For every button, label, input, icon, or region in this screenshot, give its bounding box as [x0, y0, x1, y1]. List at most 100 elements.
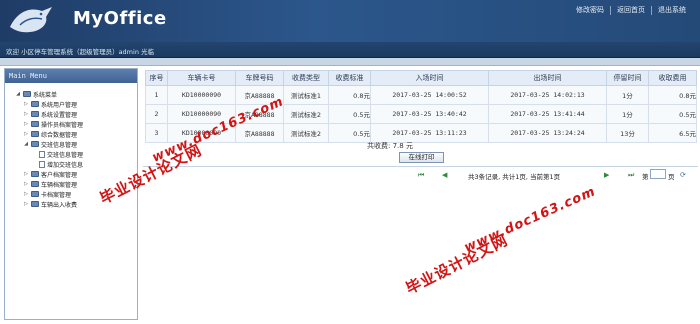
- menu-item-label: 系统用户管理: [41, 101, 78, 109]
- table-cell: 0.5元: [328, 104, 371, 124]
- folder-icon: [31, 121, 39, 127]
- table-cell: 京A88888: [235, 104, 284, 124]
- expand-down-icon[interactable]: ◢: [15, 91, 21, 97]
- top-links: 修改密码 返回首页 退出系统: [570, 6, 692, 15]
- expand-right-icon[interactable]: ▷: [23, 131, 29, 137]
- folder-icon: [31, 101, 39, 107]
- expand-right-icon[interactable]: ▷: [23, 191, 29, 197]
- menu-item[interactable]: 交班信息管理: [5, 149, 137, 159]
- folder-icon: [31, 141, 39, 147]
- pager-divider: [143, 166, 698, 167]
- sidebar-title: Main Menu: [5, 69, 137, 83]
- page-number-input[interactable]: [650, 169, 666, 179]
- folder-icon: [23, 91, 31, 97]
- goto-prefix: 第: [642, 173, 649, 181]
- table-row[interactable]: 2 KD10000090 京A88888 测试标准2 0.5元 2017-03-25 13…: [145, 104, 697, 124]
- table-cell: 2017-03-25 14:02:13: [488, 85, 607, 105]
- sidebar: Main Menu ◢ 系统菜单 ▷ 系统用户管理 ▷ 系统设置管理 ▷ 操作员档案管理 ▷ 综合…: [4, 68, 138, 320]
- next-page-icon[interactable]: ▶: [604, 170, 609, 180]
- last-page-icon[interactable]: ⏭: [628, 170, 634, 180]
- table-cell: 京A88888: [235, 123, 284, 143]
- prev-page-icon[interactable]: ◀: [442, 170, 447, 180]
- table-cell: 0.8元: [328, 85, 371, 105]
- menu-item-label: 增加交班信息: [47, 161, 84, 169]
- menu-item-label: 综合数据管理: [41, 131, 78, 139]
- column-header: 入场时间: [370, 70, 489, 86]
- table-row[interactable]: 1 KD10000090 京A88888 测试标准1 0.8元 2017-03-25 14…: [145, 85, 697, 105]
- menu-item-label: 车辆出入收费: [41, 201, 78, 209]
- table-cell: 0.5元: [328, 123, 371, 143]
- column-header: 停留时间: [606, 70, 649, 86]
- welcome-text: 欢迎 小区停车管理系统（超级管理员）admin 光临: [6, 48, 154, 56]
- home-link[interactable]: 返回首页: [610, 6, 651, 15]
- expand-right-icon[interactable]: ▷: [23, 111, 29, 117]
- logout-link[interactable]: 退出系统: [651, 6, 692, 15]
- menu-item[interactable]: ▷ 客户档案管理: [5, 169, 137, 179]
- column-header: 收费标准: [328, 70, 371, 86]
- change-password-link[interactable]: 修改密码: [570, 6, 610, 15]
- table-cell: 2017-03-25 13:40:42: [370, 104, 489, 124]
- menu-item-label: 系统设置管理: [41, 111, 78, 119]
- menu-item[interactable]: ◢ 交班信息管理: [5, 139, 137, 149]
- expand-right-icon[interactable]: ▷: [23, 101, 29, 107]
- menu-item[interactable]: ▷ 操作员档案管理: [5, 119, 137, 129]
- menu-item[interactable]: ▷ 车辆出入收费: [5, 199, 137, 209]
- menu-item-label: 交班信息管理: [47, 151, 84, 159]
- folder-icon: [31, 171, 39, 177]
- goto-suffix: 页: [668, 173, 675, 181]
- app-logo-text: MyOffice: [73, 8, 167, 29]
- first-page-icon[interactable]: ⏮: [418, 170, 424, 180]
- column-header: 收费类型: [283, 70, 329, 86]
- menu-item-label: 操作员档案管理: [41, 121, 84, 129]
- folder-icon: [31, 131, 39, 137]
- menu-item[interactable]: ▷ 综合数据管理: [5, 129, 137, 139]
- expand-right-icon[interactable]: ▷: [23, 121, 29, 127]
- expand-right-icon[interactable]: ▷: [23, 181, 29, 187]
- menu-tree: ◢ 系统菜单 ▷ 系统用户管理 ▷ 系统设置管理 ▷ 操作员档案管理 ▷ 综合数据管理 ◢ 交班信息管…: [5, 83, 137, 209]
- menu-item[interactable]: ▷ 卡档案管理: [5, 189, 137, 199]
- expand-down-icon[interactable]: ◢: [23, 141, 29, 147]
- table-cell: 0.5元: [648, 104, 697, 124]
- column-header: 收取费用: [648, 70, 697, 86]
- table-cell: 1分: [606, 85, 649, 105]
- folder-icon: [31, 201, 39, 207]
- records-table: 序号 车辆卡号 车牌号码 收费类型 收费标准 入场时间 出场时间 停留时间 收取费用 1 KD10…: [145, 70, 697, 143]
- menu-item[interactable]: ◢ 系统菜单: [5, 89, 137, 99]
- table-cell: 测试标准2: [283, 123, 329, 143]
- expand-right-icon[interactable]: ▷: [23, 171, 29, 177]
- bird-logo-icon: [10, 7, 52, 33]
- menu-item[interactable]: ▷ 系统用户管理: [5, 99, 137, 109]
- page-icon: [39, 150, 45, 158]
- table-cell: 2017-03-25 14:00:52: [370, 85, 489, 105]
- table-cell: 0.8元: [648, 85, 697, 105]
- table-cell: 3: [145, 123, 168, 143]
- menu-item-label: 交班信息管理: [41, 141, 78, 149]
- divider-bar: [0, 58, 700, 66]
- table-cell: 京A88888: [235, 85, 284, 105]
- table-cell: 2017-03-25 13:11:23: [370, 123, 489, 143]
- table-body: 1 KD10000090 京A88888 测试标准1 0.8元 2017-03-25 14…: [145, 85, 697, 143]
- page-icon: [39, 160, 45, 168]
- refresh-icon[interactable]: ⟳: [680, 170, 686, 180]
- header: MyOffice 修改密码 返回首页 退出系统: [0, 0, 700, 42]
- menu-item-label: 客户档案管理: [41, 171, 78, 179]
- welcome-bar: 欢迎 小区停车管理系统（超级管理员）admin 光临: [0, 42, 700, 58]
- app-window: MyOffice 修改密码 返回首页 退出系统 欢迎 小区停车管理系统（超级管理…: [0, 0, 700, 324]
- table-cell: 测试标准2: [283, 104, 329, 124]
- column-header: 出场时间: [488, 70, 607, 86]
- table-cell: 1分: [606, 104, 649, 124]
- table-cell: 1: [145, 85, 168, 105]
- menu-item[interactable]: ▷ 系统设置管理: [5, 109, 137, 119]
- menu-item[interactable]: 增加交班信息: [5, 159, 137, 169]
- table-cell: 测试标准1: [283, 85, 329, 105]
- table-row[interactable]: 3 KD10000090 京A88888 测试标准2 0.5元 2017-03-25 13…: [145, 123, 697, 143]
- table-cell: 2017-03-25 13:24:24: [488, 123, 607, 143]
- total-fee: 共收费: 7.8 元: [367, 142, 413, 150]
- menu-item[interactable]: ▷ 车辆档案管理: [5, 179, 137, 189]
- expand-right-icon[interactable]: ▷: [23, 201, 29, 207]
- print-button[interactable]: 在线打印: [399, 152, 444, 163]
- table-cell: KD10000090: [167, 123, 236, 143]
- folder-icon: [31, 181, 39, 187]
